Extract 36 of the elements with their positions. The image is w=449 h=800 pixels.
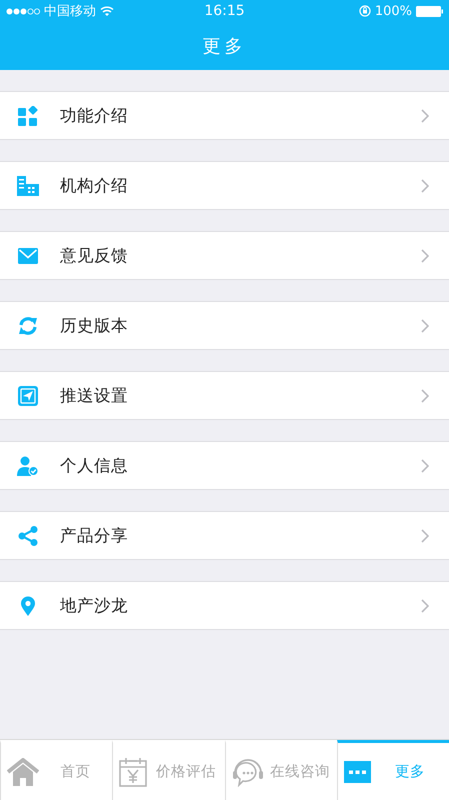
menu-item[interactable]: 意见反馈: [0, 231, 449, 280]
menu-item[interactable]: 个人信息: [0, 441, 449, 490]
battery-percent: 100%: [374, 4, 412, 18]
chevron-right-icon: [421, 108, 429, 122]
chevron-right-icon: [421, 458, 429, 472]
refresh-icon: [18, 316, 38, 336]
menu-item[interactable]: 地产沙龙: [0, 581, 449, 630]
status-time: 16:15: [204, 3, 245, 19]
user-check-icon: [17, 456, 39, 476]
wifi-icon: [100, 6, 114, 16]
menu-item[interactable]: 机构介绍: [0, 161, 449, 210]
chevron-right-icon: [421, 388, 429, 402]
chevron-right-icon: [421, 528, 429, 542]
page-title: 更多: [202, 35, 246, 58]
chevron-right-icon: [421, 318, 429, 332]
home-icon: [7, 758, 39, 786]
calendar-yen-icon: [119, 756, 148, 786]
signal-icon: [6, 8, 40, 14]
carrier-name: 中国移动: [44, 3, 96, 20]
menu-item[interactable]: 产品分享: [0, 511, 449, 560]
chevron-right-icon: [421, 598, 429, 612]
more-icon: [344, 760, 371, 782]
menu-item[interactable]: 推送设置: [0, 371, 449, 420]
chevron-right-icon: [421, 178, 429, 192]
grid-icon: [18, 106, 38, 126]
battery-icon: [416, 6, 443, 16]
location-pin-icon: [20, 596, 36, 616]
share-icon: [18, 526, 38, 546]
rotation-lock-icon: [358, 5, 371, 17]
paper-plane-icon: [18, 386, 38, 406]
chat-headset-icon: [232, 756, 264, 786]
building-icon: [17, 176, 39, 196]
menu-item[interactable]: 功能介绍: [0, 91, 449, 140]
envelope-icon: [18, 248, 38, 264]
menu-item[interactable]: 历史版本: [0, 301, 449, 350]
chevron-right-icon: [421, 248, 429, 262]
